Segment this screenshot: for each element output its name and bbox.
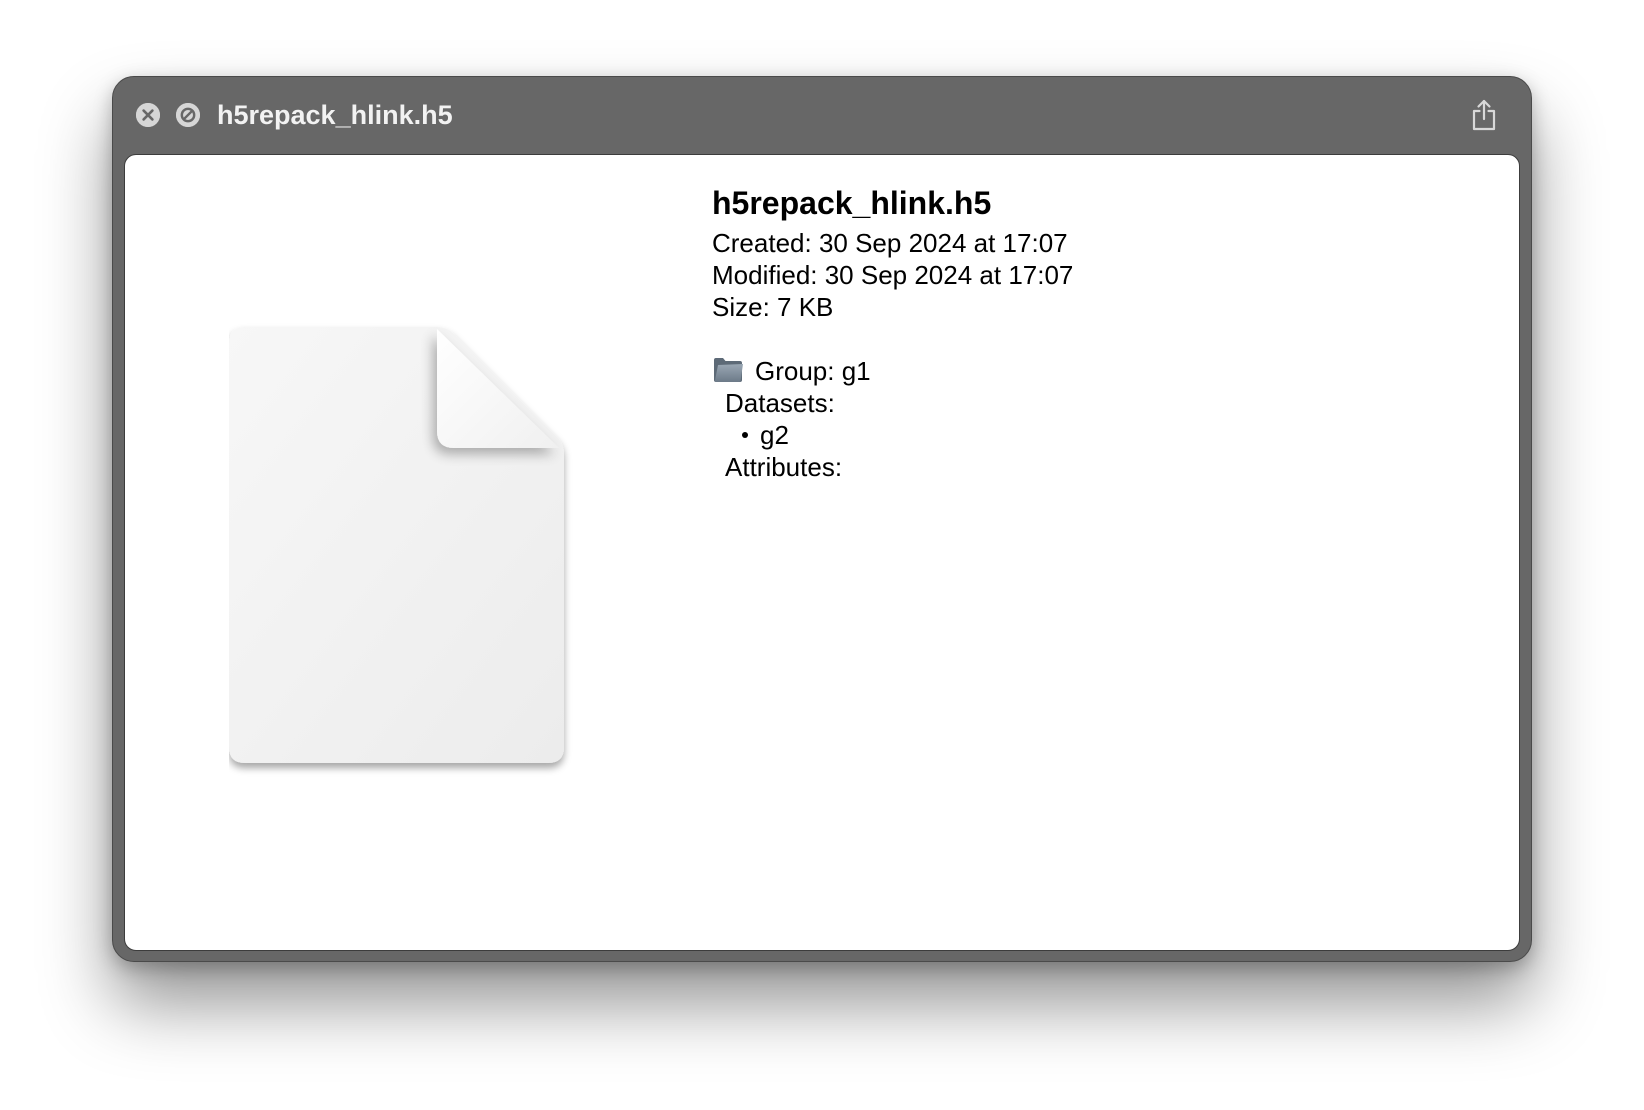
attributes-label: Attributes:: [725, 452, 843, 482]
share-button[interactable]: [1467, 97, 1501, 133]
group-header: Group: g1: [712, 355, 1472, 387]
title-bar[interactable]: h5repack_hlink.h5: [113, 77, 1531, 153]
prohibited-icon: [176, 103, 200, 127]
close-button[interactable]: [136, 103, 160, 127]
close-icon: [136, 103, 160, 127]
prohibited-button[interactable]: [176, 103, 200, 127]
group-section: Group: g1 Datasets: g2 Attributes:: [712, 355, 1472, 483]
datasets-label: Datasets:: [725, 388, 835, 418]
window-title: h5repack_hlink.h5: [217, 100, 453, 130]
dataset-name: g2: [760, 420, 789, 450]
file-size: Size: 7 KB: [712, 292, 834, 322]
list-item: g2: [712, 419, 1472, 451]
share-icon: [1472, 99, 1496, 131]
file-info-panel: h5repack_hlink.h5 Created: 30 Sep 2024 a…: [712, 181, 1472, 483]
quicklook-window: h5repack_hlink.h5 h5repack_hlink.h5 Crea…: [112, 76, 1532, 962]
generic-document-icon: [229, 327, 564, 763]
created-date: Created: 30 Sep 2024 at 17:07: [712, 228, 1068, 258]
bullet-icon: [742, 432, 748, 438]
preview-content: h5repack_hlink.h5 Created: 30 Sep 2024 a…: [124, 154, 1520, 951]
group-label: Group: g1: [755, 356, 871, 386]
folder-icon: [714, 358, 743, 382]
file-name: h5repack_hlink.h5: [712, 185, 992, 221]
modified-date: Modified: 30 Sep 2024 at 17:07: [712, 260, 1074, 290]
